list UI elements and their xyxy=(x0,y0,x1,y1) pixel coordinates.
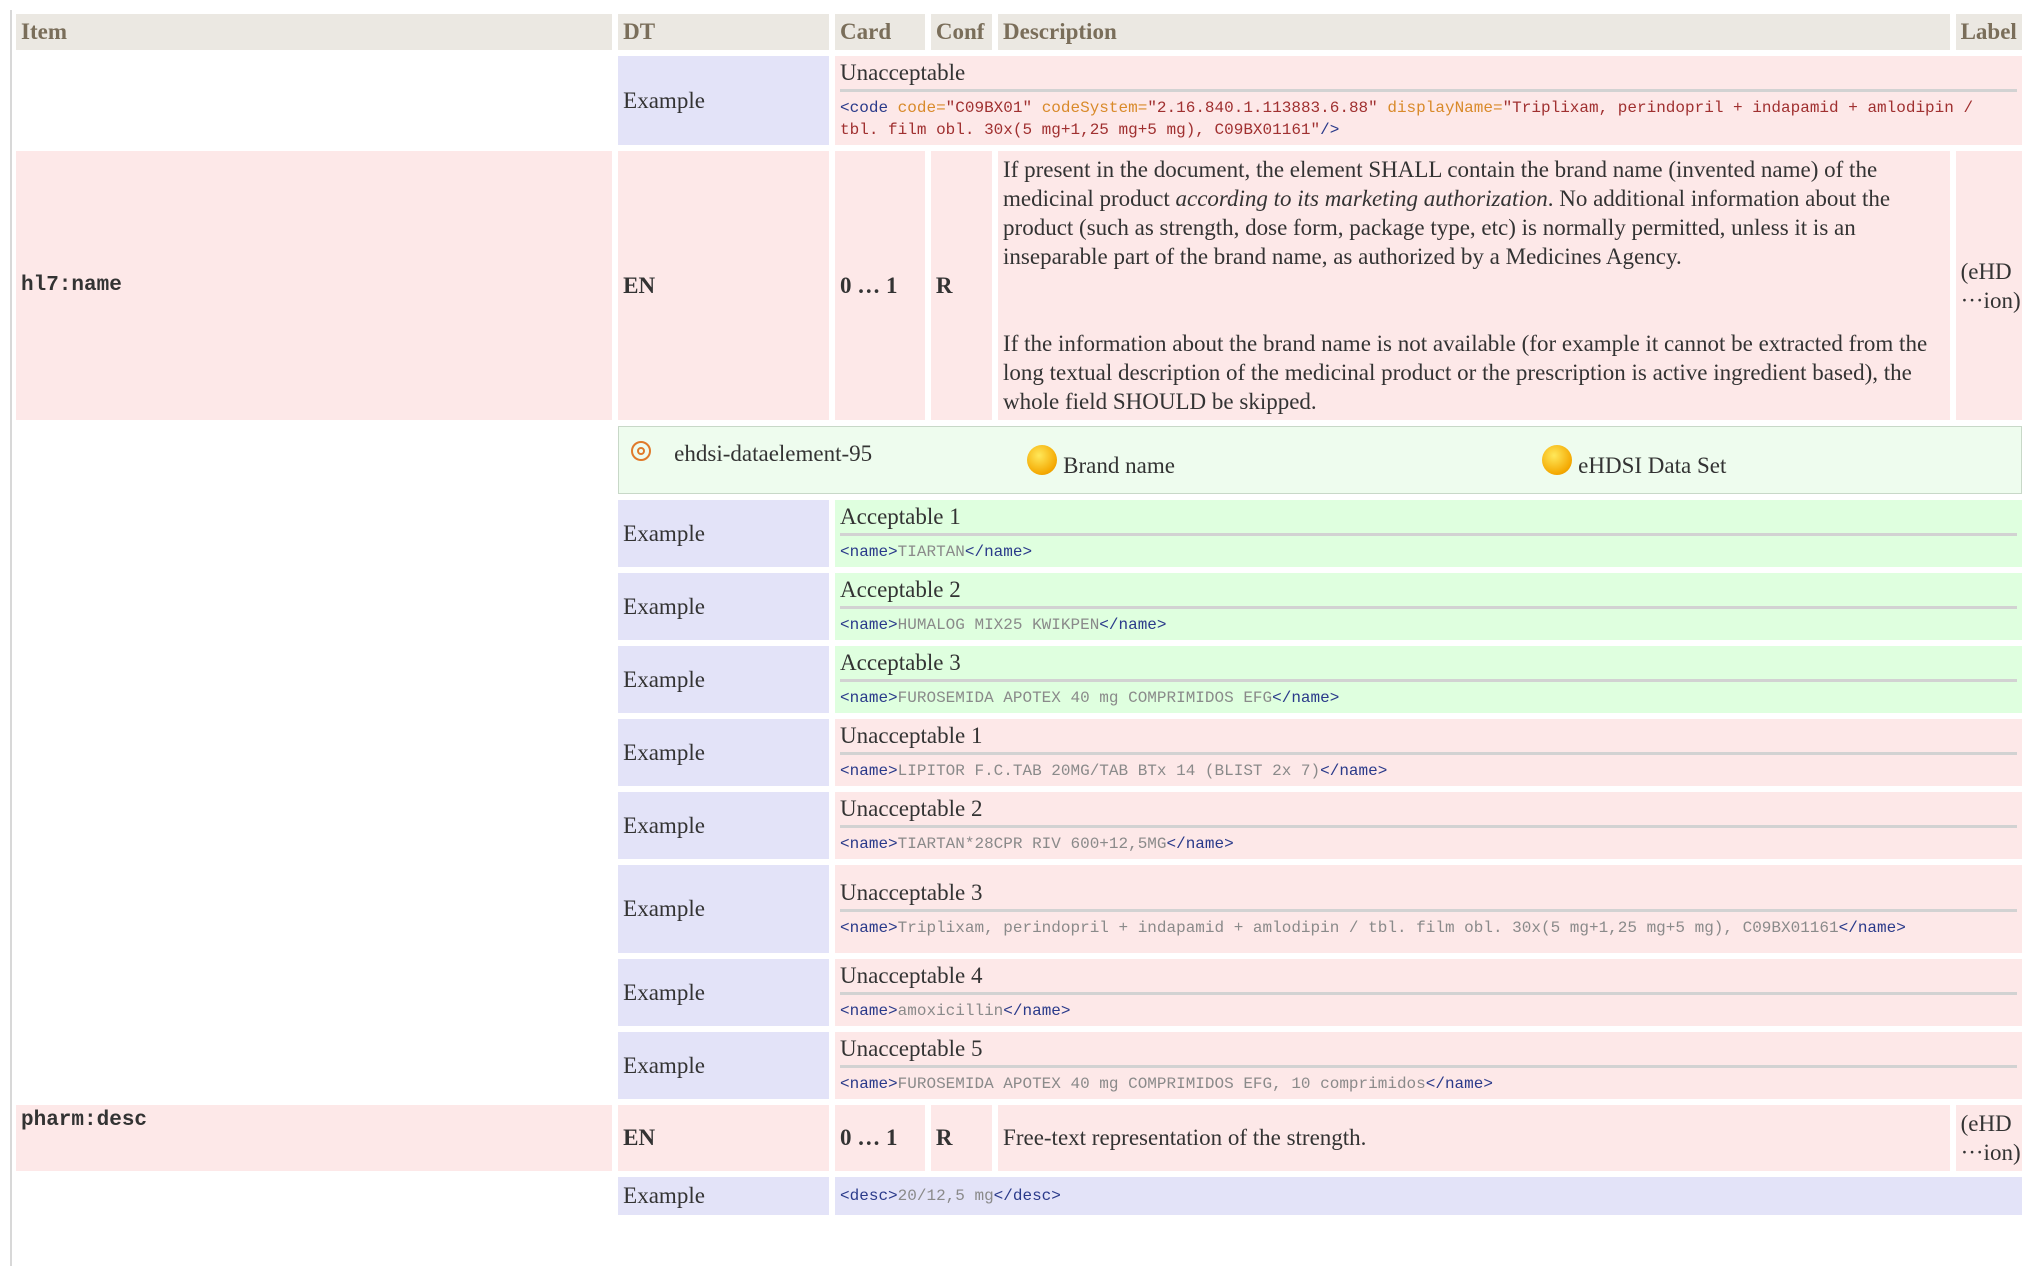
dataset-name[interactable]: eHDSI Data Set xyxy=(1578,453,1726,479)
example-title: Unacceptable 3 xyxy=(840,880,2017,912)
label-cell: (eHD ···ion) xyxy=(1955,1105,2022,1171)
item-name: hl7:name xyxy=(16,151,613,420)
header-item: Item xyxy=(16,14,613,50)
dataset-icon xyxy=(1542,445,1573,475)
example-title: Acceptable 3 xyxy=(840,650,2017,682)
concept-name[interactable]: Brand name xyxy=(1063,453,1175,479)
example-label: Example xyxy=(618,573,830,640)
example-code: <name>TIARTAN*28CPR RIV 600+12,5MG</name… xyxy=(840,835,1234,853)
description-paragraph-1: If present in the document, the element … xyxy=(1003,157,1891,269)
cardinality: 0 … 1 xyxy=(835,1105,925,1171)
cardinality: 0 … 1 xyxy=(835,151,925,420)
description: Free-text representation of the strength… xyxy=(998,1105,1950,1171)
example-content: Unacceptable 3 <name>Triplixam, perindop… xyxy=(835,865,2022,953)
example-row: Example Acceptable 1 <name>TIARTAN</name… xyxy=(16,500,2022,567)
example-row: Example Unacceptable 1 <name>LIPITOR F.C… xyxy=(16,719,2022,786)
example-label: Example xyxy=(618,959,830,1026)
header-description: Description xyxy=(998,14,1950,50)
example-content: <desc>20/12,5 mg</desc> xyxy=(835,1177,2022,1215)
example-label: Example xyxy=(618,1032,830,1099)
example-row: Example Unacceptable 2 <name>TIARTAN*28C… xyxy=(16,792,2022,859)
constraints-table: Item DT Card Conf Description Label Exam… xyxy=(10,8,2028,1221)
description: If present in the document, the element … xyxy=(998,151,1950,420)
example-code: <code code="C09BX01" codeSystem="2.16.84… xyxy=(840,99,1974,139)
example-row: Example Unacceptable 4 <name>amoxicillin… xyxy=(16,959,2022,1026)
concept-box: ehdsi-dataelement-95 Brand name eHDSI Da… xyxy=(618,426,2022,494)
conformance: R xyxy=(930,151,993,420)
example-label: Example xyxy=(618,646,830,713)
example-title: Acceptable 1 xyxy=(840,504,2017,536)
example-label: Example xyxy=(618,792,830,859)
example-content: Acceptable 3 <name>FUROSEMIDA APOTEX 40 … xyxy=(835,646,2022,713)
example-label: Example xyxy=(618,865,830,953)
example-label: Example xyxy=(618,500,830,567)
example-code: <name>HUMALOG MIX25 KWIKPEN</name> xyxy=(840,616,1167,634)
example-title: Unacceptable 1 xyxy=(840,723,2017,755)
example-content: Acceptable 2 <name>HUMALOG MIX25 KWIKPEN… xyxy=(835,573,2022,640)
example-label: Example xyxy=(618,719,830,786)
example-code: <name>Triplixam, perindopril + indapamid… xyxy=(840,918,1906,937)
example-row: Example <desc>20/12,5 mg</desc> xyxy=(16,1177,2022,1215)
element-row-name: hl7:name EN 0 … 1 R If present in the do… xyxy=(16,151,2022,420)
example-content: Unacceptable 5 <name>FUROSEMIDA APOTEX 4… xyxy=(835,1032,2022,1099)
example-content: Unacceptable 1 <name>LIPITOR F.C.TAB 20M… xyxy=(835,719,2022,786)
example-content: Unacceptable 4 <name>amoxicillin</name> xyxy=(835,959,2022,1026)
example-row: Example Acceptable 2 <name>HUMALOG MIX25… xyxy=(16,573,2022,640)
example-code: <name>LIPITOR F.C.TAB 20MG/TAB BTx 14 (B… xyxy=(840,762,1388,780)
example-label: Example xyxy=(618,56,830,145)
description-paragraph-2: If the information about the brand name … xyxy=(1003,331,1928,414)
top-example-row: Example Unacceptable <code code="C09BX01… xyxy=(16,56,2022,145)
header-label: Label xyxy=(1955,14,2022,50)
datatype: EN xyxy=(618,151,830,420)
target-icon xyxy=(631,441,652,461)
example-title: Acceptable 2 xyxy=(840,577,2017,609)
example-title: Unacceptable 5 xyxy=(840,1036,2017,1068)
concept-id[interactable]: ehdsi-dataelement-95 xyxy=(674,441,872,467)
example-title: Unacceptable xyxy=(840,60,2017,92)
header-conf: Conf xyxy=(930,14,993,50)
example-row: Example Unacceptable 5 <name>FUROSEMIDA … xyxy=(16,1032,2022,1099)
concept-icon xyxy=(1027,445,1058,475)
label-cell: (eHD ···ion) xyxy=(1955,151,2022,420)
example-code: <name>TIARTAN</name> xyxy=(840,543,1033,561)
header-card: Card xyxy=(835,14,925,50)
example-row: Example Acceptable 3 <name>FUROSEMIDA AP… xyxy=(16,646,2022,713)
datatype: EN xyxy=(618,1105,830,1171)
example-content: Unacceptable 2 <name>TIARTAN*28CPR RIV 6… xyxy=(835,792,2022,859)
header-row: Item DT Card Conf Description Label xyxy=(16,14,2022,50)
concept-row: ehdsi-dataelement-95 Brand name eHDSI Da… xyxy=(16,426,2022,494)
item-name: pharm:desc xyxy=(16,1105,613,1171)
example-code: <name>FUROSEMIDA APOTEX 40 mg COMPRIMIDO… xyxy=(840,689,1340,707)
conformance: R xyxy=(930,1105,993,1171)
example-code: <name>amoxicillin</name> xyxy=(840,1002,1071,1020)
example-code: <desc>20/12,5 mg</desc> xyxy=(840,1187,1061,1205)
example-label: Example xyxy=(618,1177,830,1215)
example-title: Unacceptable 4 xyxy=(840,963,2017,995)
header-dt: DT xyxy=(618,14,830,50)
example-title: Unacceptable 2 xyxy=(840,796,2017,828)
example-row: Example Unacceptable 3 <name>Triplixam, … xyxy=(16,865,2022,953)
example-content: Acceptable 1 <name>TIARTAN</name> xyxy=(835,500,2022,567)
example-code: <name>FUROSEMIDA APOTEX 40 mg COMPRIMIDO… xyxy=(840,1075,1493,1093)
example-content: Unacceptable <code code="C09BX01" codeSy… xyxy=(835,56,2022,145)
element-row-desc: pharm:desc EN 0 … 1 R Free-text represen… xyxy=(16,1105,2022,1171)
